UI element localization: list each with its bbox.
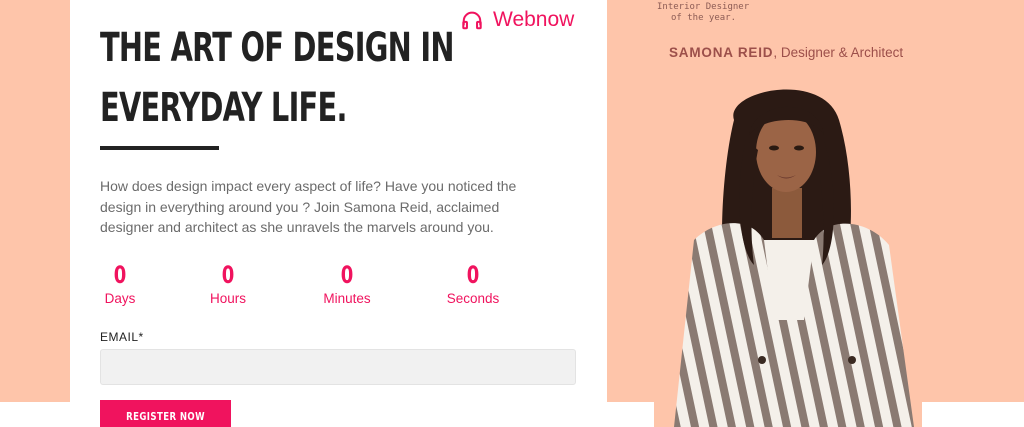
countdown-label: Days xyxy=(104,291,136,306)
countdown-value: 0 xyxy=(466,261,480,289)
award-caption-line-1: Interior Designer xyxy=(657,2,750,12)
speaker-name: SAMONA REID xyxy=(669,45,774,60)
email-field[interactable] xyxy=(100,349,576,385)
page-background-strip xyxy=(607,402,654,427)
countdown-label: Minutes xyxy=(323,291,371,306)
headline-line-1: THE ART OF DESIGN IN xyxy=(100,25,454,71)
headline-line-2: EVERYDAY LIFE. xyxy=(100,85,347,131)
headphones-icon xyxy=(462,11,482,30)
countdown-label: Seconds xyxy=(446,291,500,306)
countdown-label: Hours xyxy=(209,291,246,306)
page-title: THE ART OF DESIGN IN EVERYDAY LIFE. xyxy=(100,18,460,138)
countdown-value: 0 xyxy=(340,261,354,289)
award-caption-line-2: of the year. xyxy=(671,13,737,23)
page-background-strip xyxy=(0,402,70,427)
countdown-minutes: 0 Minutes xyxy=(307,262,387,306)
hero-description: How does design impact every aspect of l… xyxy=(100,178,517,235)
countdown-timer: 0 Days 0 Hours 0 Minutes 0 Seconds xyxy=(100,262,520,310)
speaker-credit: SAMONA REID, Designer & Architect xyxy=(669,45,903,60)
title-divider xyxy=(100,146,219,150)
countdown-days: 0 Days xyxy=(80,262,160,306)
countdown-seconds: 0 Seconds xyxy=(433,262,513,306)
countdown-value: 0 xyxy=(113,261,127,289)
register-button-label: REGISTER NOW xyxy=(126,409,205,423)
countdown-hours: 0 Hours xyxy=(188,262,268,306)
countdown-value: 0 xyxy=(221,261,235,289)
brand-logo[interactable]: Webnow xyxy=(461,7,574,33)
register-button[interactable]: REGISTER NOW xyxy=(100,400,231,427)
brand-name: Webnow xyxy=(493,8,575,31)
email-label: EMAIL* xyxy=(100,330,144,344)
page-background-strip xyxy=(922,402,1024,427)
hero-card: Webnow THE ART OF DESIGN IN EVERYDAY LIF… xyxy=(70,0,607,427)
speaker-photo xyxy=(654,80,922,427)
speaker-role: , Designer & Architect xyxy=(773,45,904,60)
